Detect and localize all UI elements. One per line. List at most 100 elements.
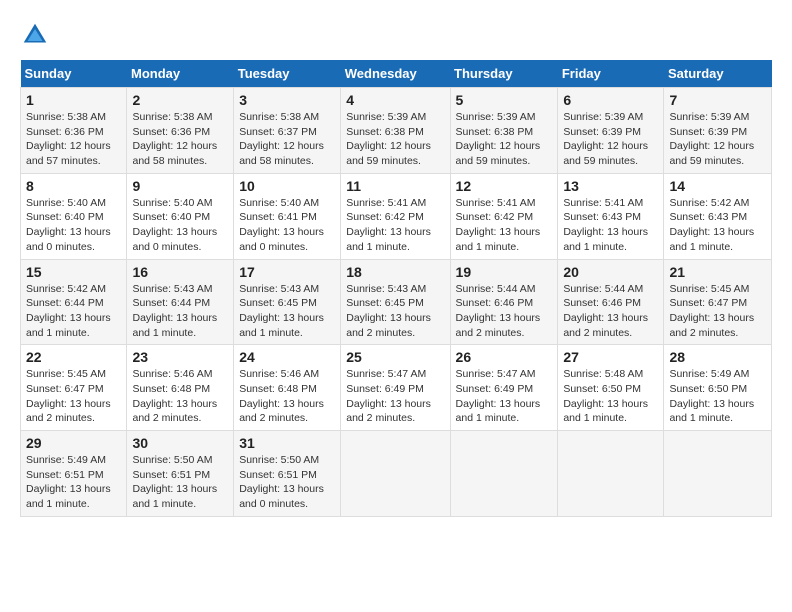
cell-content: Sunrise: 5:46 AMSunset: 6:48 PMDaylight:… — [132, 368, 217, 424]
calendar-week-3: 15 Sunrise: 5:42 AMSunset: 6:44 PMDaylig… — [21, 259, 772, 345]
day-header-thursday: Thursday — [450, 60, 558, 88]
calendar-cell — [341, 431, 450, 517]
day-number: 26 — [456, 349, 553, 365]
calendar-body: 1 Sunrise: 5:38 AMSunset: 6:36 PMDayligh… — [21, 88, 772, 517]
cell-content: Sunrise: 5:44 AMSunset: 6:46 PMDaylight:… — [456, 283, 541, 339]
day-number: 10 — [239, 178, 335, 194]
calendar-cell: 2 Sunrise: 5:38 AMSunset: 6:36 PMDayligh… — [127, 88, 234, 174]
calendar-cell: 18 Sunrise: 5:43 AMSunset: 6:45 PMDaylig… — [341, 259, 450, 345]
day-number: 8 — [26, 178, 121, 194]
day-number: 21 — [669, 264, 766, 280]
cell-content: Sunrise: 5:40 AMSunset: 6:40 PMDaylight:… — [132, 197, 217, 253]
cell-content: Sunrise: 5:39 AMSunset: 6:39 PMDaylight:… — [669, 111, 754, 167]
cell-content: Sunrise: 5:42 AMSunset: 6:44 PMDaylight:… — [26, 283, 111, 339]
calendar-cell: 31 Sunrise: 5:50 AMSunset: 6:51 PMDaylig… — [234, 431, 341, 517]
day-number: 22 — [26, 349, 121, 365]
logo-icon — [20, 20, 50, 50]
day-number: 25 — [346, 349, 444, 365]
day-number: 6 — [563, 92, 658, 108]
calendar-cell: 25 Sunrise: 5:47 AMSunset: 6:49 PMDaylig… — [341, 345, 450, 431]
day-number: 24 — [239, 349, 335, 365]
calendar-week-2: 8 Sunrise: 5:40 AMSunset: 6:40 PMDayligh… — [21, 173, 772, 259]
day-number: 27 — [563, 349, 658, 365]
calendar-cell: 22 Sunrise: 5:45 AMSunset: 6:47 PMDaylig… — [21, 345, 127, 431]
day-number: 19 — [456, 264, 553, 280]
day-number: 11 — [346, 178, 444, 194]
cell-content: Sunrise: 5:43 AMSunset: 6:45 PMDaylight:… — [346, 283, 431, 339]
day-number: 29 — [26, 435, 121, 451]
calendar-cell: 16 Sunrise: 5:43 AMSunset: 6:44 PMDaylig… — [127, 259, 234, 345]
calendar-cell: 14 Sunrise: 5:42 AMSunset: 6:43 PMDaylig… — [664, 173, 772, 259]
cell-content: Sunrise: 5:48 AMSunset: 6:50 PMDaylight:… — [563, 368, 648, 424]
cell-content: Sunrise: 5:50 AMSunset: 6:51 PMDaylight:… — [239, 454, 324, 510]
cell-content: Sunrise: 5:44 AMSunset: 6:46 PMDaylight:… — [563, 283, 648, 339]
calendar-cell: 5 Sunrise: 5:39 AMSunset: 6:38 PMDayligh… — [450, 88, 558, 174]
calendar-cell: 27 Sunrise: 5:48 AMSunset: 6:50 PMDaylig… — [558, 345, 664, 431]
calendar-cell: 3 Sunrise: 5:38 AMSunset: 6:37 PMDayligh… — [234, 88, 341, 174]
day-number: 13 — [563, 178, 658, 194]
page-header — [20, 20, 772, 50]
calendar-cell: 30 Sunrise: 5:50 AMSunset: 6:51 PMDaylig… — [127, 431, 234, 517]
calendar-cell: 28 Sunrise: 5:49 AMSunset: 6:50 PMDaylig… — [664, 345, 772, 431]
calendar-cell — [558, 431, 664, 517]
day-number: 9 — [132, 178, 228, 194]
calendar-cell: 12 Sunrise: 5:41 AMSunset: 6:42 PMDaylig… — [450, 173, 558, 259]
day-number: 28 — [669, 349, 766, 365]
cell-content: Sunrise: 5:42 AMSunset: 6:43 PMDaylight:… — [669, 197, 754, 253]
calendar-cell: 15 Sunrise: 5:42 AMSunset: 6:44 PMDaylig… — [21, 259, 127, 345]
calendar-cell: 19 Sunrise: 5:44 AMSunset: 6:46 PMDaylig… — [450, 259, 558, 345]
cell-content: Sunrise: 5:49 AMSunset: 6:50 PMDaylight:… — [669, 368, 754, 424]
calendar-cell: 23 Sunrise: 5:46 AMSunset: 6:48 PMDaylig… — [127, 345, 234, 431]
calendar-cell: 20 Sunrise: 5:44 AMSunset: 6:46 PMDaylig… — [558, 259, 664, 345]
day-header-wednesday: Wednesday — [341, 60, 450, 88]
cell-content: Sunrise: 5:43 AMSunset: 6:44 PMDaylight:… — [132, 283, 217, 339]
cell-content: Sunrise: 5:40 AMSunset: 6:40 PMDaylight:… — [26, 197, 111, 253]
calendar-cell: 11 Sunrise: 5:41 AMSunset: 6:42 PMDaylig… — [341, 173, 450, 259]
cell-content: Sunrise: 5:39 AMSunset: 6:38 PMDaylight:… — [346, 111, 431, 167]
day-number: 18 — [346, 264, 444, 280]
calendar-cell: 10 Sunrise: 5:40 AMSunset: 6:41 PMDaylig… — [234, 173, 341, 259]
calendar-cell: 8 Sunrise: 5:40 AMSunset: 6:40 PMDayligh… — [21, 173, 127, 259]
cell-content: Sunrise: 5:45 AMSunset: 6:47 PMDaylight:… — [26, 368, 111, 424]
calendar-cell — [450, 431, 558, 517]
calendar-cell: 17 Sunrise: 5:43 AMSunset: 6:45 PMDaylig… — [234, 259, 341, 345]
cell-content: Sunrise: 5:46 AMSunset: 6:48 PMDaylight:… — [239, 368, 324, 424]
day-number: 17 — [239, 264, 335, 280]
calendar-cell: 13 Sunrise: 5:41 AMSunset: 6:43 PMDaylig… — [558, 173, 664, 259]
day-header-monday: Monday — [127, 60, 234, 88]
calendar-week-5: 29 Sunrise: 5:49 AMSunset: 6:51 PMDaylig… — [21, 431, 772, 517]
cell-content: Sunrise: 5:39 AMSunset: 6:39 PMDaylight:… — [563, 111, 648, 167]
calendar-cell — [664, 431, 772, 517]
day-number: 12 — [456, 178, 553, 194]
cell-content: Sunrise: 5:38 AMSunset: 6:37 PMDaylight:… — [239, 111, 324, 167]
logo — [20, 20, 54, 50]
calendar-cell: 29 Sunrise: 5:49 AMSunset: 6:51 PMDaylig… — [21, 431, 127, 517]
day-number: 2 — [132, 92, 228, 108]
day-number: 31 — [239, 435, 335, 451]
day-number: 1 — [26, 92, 121, 108]
calendar-cell: 1 Sunrise: 5:38 AMSunset: 6:36 PMDayligh… — [21, 88, 127, 174]
day-header-sunday: Sunday — [21, 60, 127, 88]
day-number: 16 — [132, 264, 228, 280]
calendar-cell: 4 Sunrise: 5:39 AMSunset: 6:38 PMDayligh… — [341, 88, 450, 174]
cell-content: Sunrise: 5:39 AMSunset: 6:38 PMDaylight:… — [456, 111, 541, 167]
cell-content: Sunrise: 5:47 AMSunset: 6:49 PMDaylight:… — [456, 368, 541, 424]
day-number: 30 — [132, 435, 228, 451]
cell-content: Sunrise: 5:41 AMSunset: 6:42 PMDaylight:… — [346, 197, 431, 253]
calendar-cell: 26 Sunrise: 5:47 AMSunset: 6:49 PMDaylig… — [450, 345, 558, 431]
cell-content: Sunrise: 5:40 AMSunset: 6:41 PMDaylight:… — [239, 197, 324, 253]
day-number: 5 — [456, 92, 553, 108]
calendar-cell: 7 Sunrise: 5:39 AMSunset: 6:39 PMDayligh… — [664, 88, 772, 174]
cell-content: Sunrise: 5:47 AMSunset: 6:49 PMDaylight:… — [346, 368, 431, 424]
cell-content: Sunrise: 5:50 AMSunset: 6:51 PMDaylight:… — [132, 454, 217, 510]
calendar-table: SundayMondayTuesdayWednesdayThursdayFrid… — [20, 60, 772, 517]
day-header-tuesday: Tuesday — [234, 60, 341, 88]
cell-content: Sunrise: 5:41 AMSunset: 6:43 PMDaylight:… — [563, 197, 648, 253]
day-number: 3 — [239, 92, 335, 108]
calendar-cell: 21 Sunrise: 5:45 AMSunset: 6:47 PMDaylig… — [664, 259, 772, 345]
cell-content: Sunrise: 5:49 AMSunset: 6:51 PMDaylight:… — [26, 454, 111, 510]
day-number: 4 — [346, 92, 444, 108]
day-number: 20 — [563, 264, 658, 280]
calendar-cell: 24 Sunrise: 5:46 AMSunset: 6:48 PMDaylig… — [234, 345, 341, 431]
calendar-week-4: 22 Sunrise: 5:45 AMSunset: 6:47 PMDaylig… — [21, 345, 772, 431]
